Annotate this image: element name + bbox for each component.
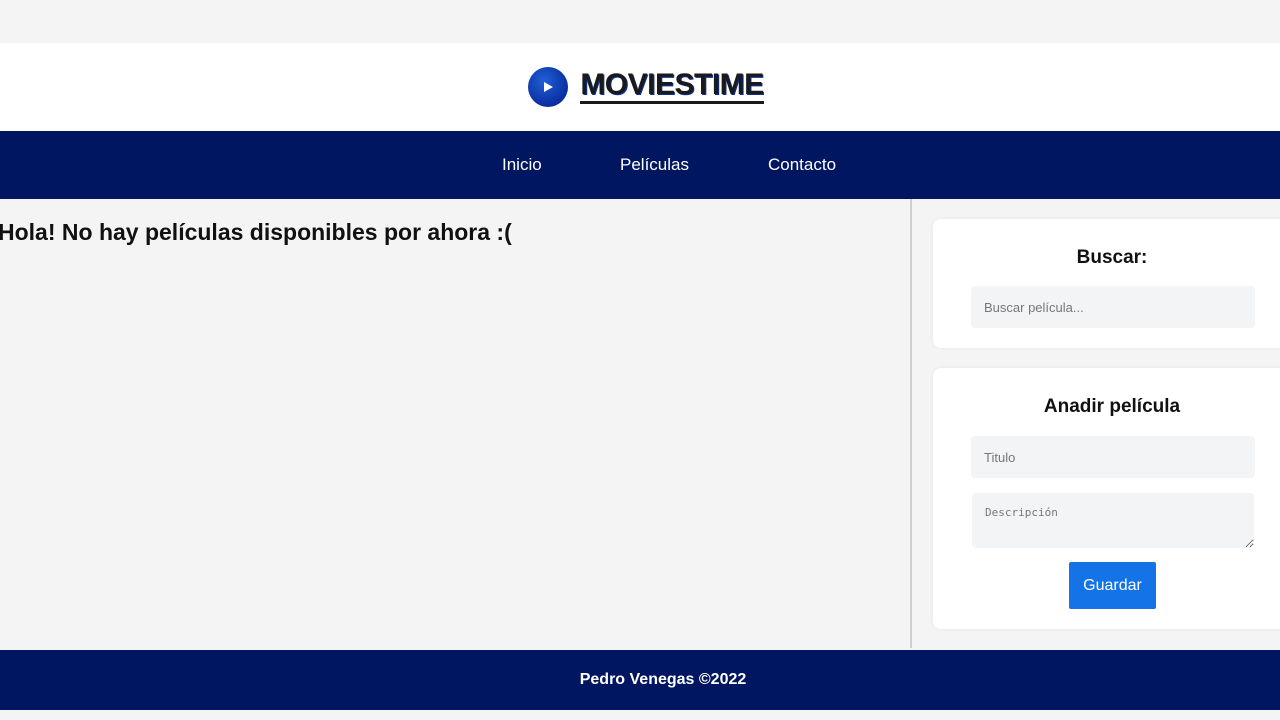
nav-link-peliculas[interactable]: Películas bbox=[620, 131, 689, 199]
logo[interactable]: MOVIESTIME bbox=[528, 67, 764, 107]
brand-name: MOVIESTIME bbox=[580, 70, 764, 104]
main-content: Hola! No hay películas disponibles por a… bbox=[0, 199, 912, 648]
empty-message: Hola! No hay películas disponibles por a… bbox=[0, 219, 512, 245]
movie-title-input[interactable] bbox=[971, 436, 1255, 478]
play-icon bbox=[528, 67, 569, 107]
search-heading: Buscar: bbox=[1076, 247, 1148, 268]
nav-link-contacto[interactable]: Contacto bbox=[768, 131, 836, 199]
add-movie-heading: Anadir película bbox=[1043, 396, 1181, 417]
movie-description-textarea[interactable] bbox=[972, 493, 1254, 548]
add-movie-box: Anadir película Guardar bbox=[933, 368, 1280, 629]
site-header: MOVIESTIME bbox=[0, 43, 1280, 131]
save-button[interactable]: Guardar bbox=[1069, 562, 1156, 609]
nav-link-inicio[interactable]: Inicio bbox=[502, 131, 542, 199]
main-nav: Inicio Películas Contacto bbox=[0, 131, 1280, 199]
page: MOVIESTIME Inicio Películas Contacto Hol… bbox=[0, 0, 1280, 720]
site-footer: Pedro Venegas ©2022 bbox=[0, 650, 1280, 710]
search-box: Buscar: bbox=[933, 219, 1280, 348]
footer-credit: Pedro Venegas ©2022 bbox=[579, 671, 747, 688]
search-input[interactable] bbox=[971, 286, 1255, 328]
